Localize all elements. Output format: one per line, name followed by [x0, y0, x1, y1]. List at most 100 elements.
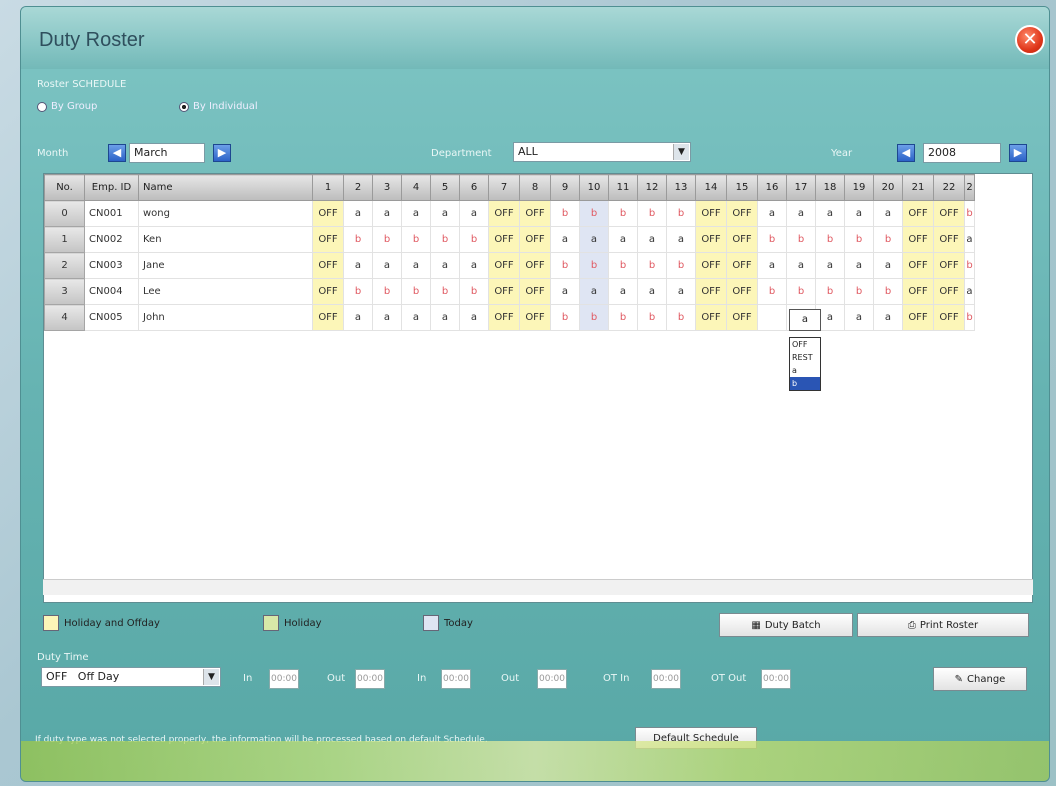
- shift-cell[interactable]: b: [459, 226, 489, 253]
- column-header[interactable]: 5: [430, 174, 460, 201]
- month-input[interactable]: March: [129, 143, 205, 163]
- duty-batch-button[interactable]: ▦ Duty Batch: [719, 613, 853, 637]
- column-header[interactable]: 15: [726, 174, 758, 201]
- shift-cell[interactable]: a: [608, 278, 638, 305]
- shift-cell[interactable]: OFF: [695, 200, 727, 227]
- shift-cell[interactable]: b: [608, 200, 638, 227]
- duty-type-select[interactable]: OFF Off Day ▼: [41, 667, 221, 687]
- shift-cell[interactable]: b: [608, 252, 638, 279]
- table-row[interactable]: 0 CN001 wong OFF a a a a a OFF OFF b b b b b OFF OFF a a a a a…: [44, 200, 975, 227]
- column-header[interactable]: 8: [519, 174, 551, 201]
- shift-cell[interactable]: OFF: [726, 304, 758, 331]
- shift-cell[interactable]: a: [844, 252, 874, 279]
- shift-cell[interactable]: b: [666, 304, 696, 331]
- shift-cell[interactable]: b: [579, 304, 609, 331]
- shift-cell[interactable]: a: [459, 304, 489, 331]
- column-header[interactable]: 7: [488, 174, 520, 201]
- previous-month-icon[interactable]: ◀: [108, 144, 126, 162]
- shift-cell[interactable]: a: [873, 304, 903, 331]
- shift-cell[interactable]: b: [550, 200, 580, 227]
- column-header[interactable]: 12: [637, 174, 667, 201]
- shift-cell[interactable]: OFF: [902, 226, 934, 253]
- shift-cell[interactable]: OFF: [726, 200, 758, 227]
- shift-cell[interactable]: OFF: [312, 278, 344, 305]
- shift-cell[interactable]: OFF: [488, 226, 520, 253]
- shift-cell[interactable]: b: [430, 278, 460, 305]
- shift-cell[interactable]: OFF: [519, 200, 551, 227]
- shift-cell[interactable]: a: [401, 200, 431, 227]
- shift-cell[interactable]: b: [815, 226, 845, 253]
- shift-cell[interactable]: OFF: [933, 304, 965, 331]
- shift-cell[interactable]: OFF: [312, 304, 344, 331]
- column-header[interactable]: 2: [343, 174, 373, 201]
- shift-cell[interactable]: b: [873, 226, 903, 253]
- previous-year-icon[interactable]: ◀: [897, 144, 915, 162]
- column-header[interactable]: 22: [933, 174, 965, 201]
- dropdown-option[interactable]: a: [790, 364, 820, 377]
- row-number[interactable]: 2: [44, 252, 85, 279]
- shift-cell[interactable]: b: [579, 252, 609, 279]
- shift-cell[interactable]: b: [343, 278, 373, 305]
- close-icon[interactable]: ✕: [1015, 25, 1045, 55]
- shift-cell[interactable]: a: [430, 200, 460, 227]
- shift-cell[interactable]: OFF: [519, 278, 551, 305]
- print-roster-button[interactable]: ⎙ Print Roster: [857, 613, 1029, 637]
- column-header[interactable]: 4: [401, 174, 431, 201]
- change-button[interactable]: ✎ Change: [933, 667, 1027, 691]
- department-select[interactable]: ALL ▼: [513, 142, 691, 162]
- shift-cell[interactable]: OFF: [488, 200, 520, 227]
- shift-cell[interactable]: a: [666, 226, 696, 253]
- shift-cell[interactable]: OFF: [519, 252, 551, 279]
- shift-cell[interactable]: b: [964, 252, 975, 279]
- shift-cell[interactable]: a: [550, 226, 580, 253]
- column-header[interactable]: 6: [459, 174, 489, 201]
- column-header[interactable]: 2: [964, 174, 975, 201]
- shift-cell[interactable]: a: [430, 304, 460, 331]
- shift-cell[interactable]: a: [964, 226, 975, 253]
- shift-cell[interactable]: a: [844, 200, 874, 227]
- shift-cell[interactable]: OFF: [933, 226, 965, 253]
- column-header[interactable]: 13: [666, 174, 696, 201]
- shift-cell[interactable]: OFF: [902, 252, 934, 279]
- shift-cell[interactable]: OFF: [902, 304, 934, 331]
- column-header[interactable]: 3: [372, 174, 402, 201]
- time-input[interactable]: 00:00: [651, 669, 681, 689]
- by-individual-radio[interactable]: By Individual: [179, 101, 258, 112]
- shift-cell[interactable]: b: [786, 226, 816, 253]
- table-row[interactable]: 2 CN003 Jane OFF a a a a a OFF OFF b b b b b OFF OFF a a a a a…: [44, 252, 975, 279]
- shift-cell[interactable]: OFF: [488, 252, 520, 279]
- shift-cell[interactable]: a: [873, 200, 903, 227]
- row-number[interactable]: 0: [44, 200, 85, 227]
- shift-cell[interactable]: b: [608, 304, 638, 331]
- by-group-radio[interactable]: By Group: [37, 101, 97, 112]
- column-header[interactable]: Name: [138, 174, 313, 201]
- shift-cell[interactable]: a: [372, 200, 402, 227]
- shift-cell[interactable]: OFF: [312, 252, 344, 279]
- shift-cell[interactable]: b: [430, 226, 460, 253]
- dropdown-option[interactable]: REST: [790, 351, 820, 364]
- column-header[interactable]: 11: [608, 174, 638, 201]
- next-year-icon[interactable]: ▶: [1009, 144, 1027, 162]
- shift-cell[interactable]: b: [637, 252, 667, 279]
- column-header[interactable]: 16: [757, 174, 787, 201]
- shift-cell[interactable]: b: [579, 200, 609, 227]
- shift-cell[interactable]: [757, 304, 787, 331]
- shift-cell[interactable]: b: [666, 200, 696, 227]
- shift-cell[interactable]: OFF: [933, 278, 965, 305]
- shift-cell[interactable]: a: [372, 304, 402, 331]
- shift-cell[interactable]: a: [343, 304, 373, 331]
- dropdown-option[interactable]: OFF: [790, 338, 820, 351]
- roster-grid[interactable]: No. Emp. ID Name 1 2 3 4 5 6 7 8 9 10 11 12 13 14 15 16 17 1…: [43, 173, 1033, 603]
- time-input[interactable]: 00:00: [537, 669, 567, 689]
- column-header[interactable]: No.: [44, 174, 85, 201]
- shift-cell[interactable]: OFF: [902, 200, 934, 227]
- shift-cell[interactable]: b: [964, 304, 975, 331]
- shift-cell[interactable]: a: [815, 252, 845, 279]
- row-number[interactable]: 4: [44, 304, 85, 331]
- shift-cell[interactable]: b: [550, 304, 580, 331]
- shift-cell[interactable]: OFF: [519, 304, 551, 331]
- shift-cell[interactable]: b: [666, 252, 696, 279]
- shift-cell[interactable]: a: [666, 278, 696, 305]
- shift-cell[interactable]: b: [786, 278, 816, 305]
- shift-cell[interactable]: OFF: [312, 226, 344, 253]
